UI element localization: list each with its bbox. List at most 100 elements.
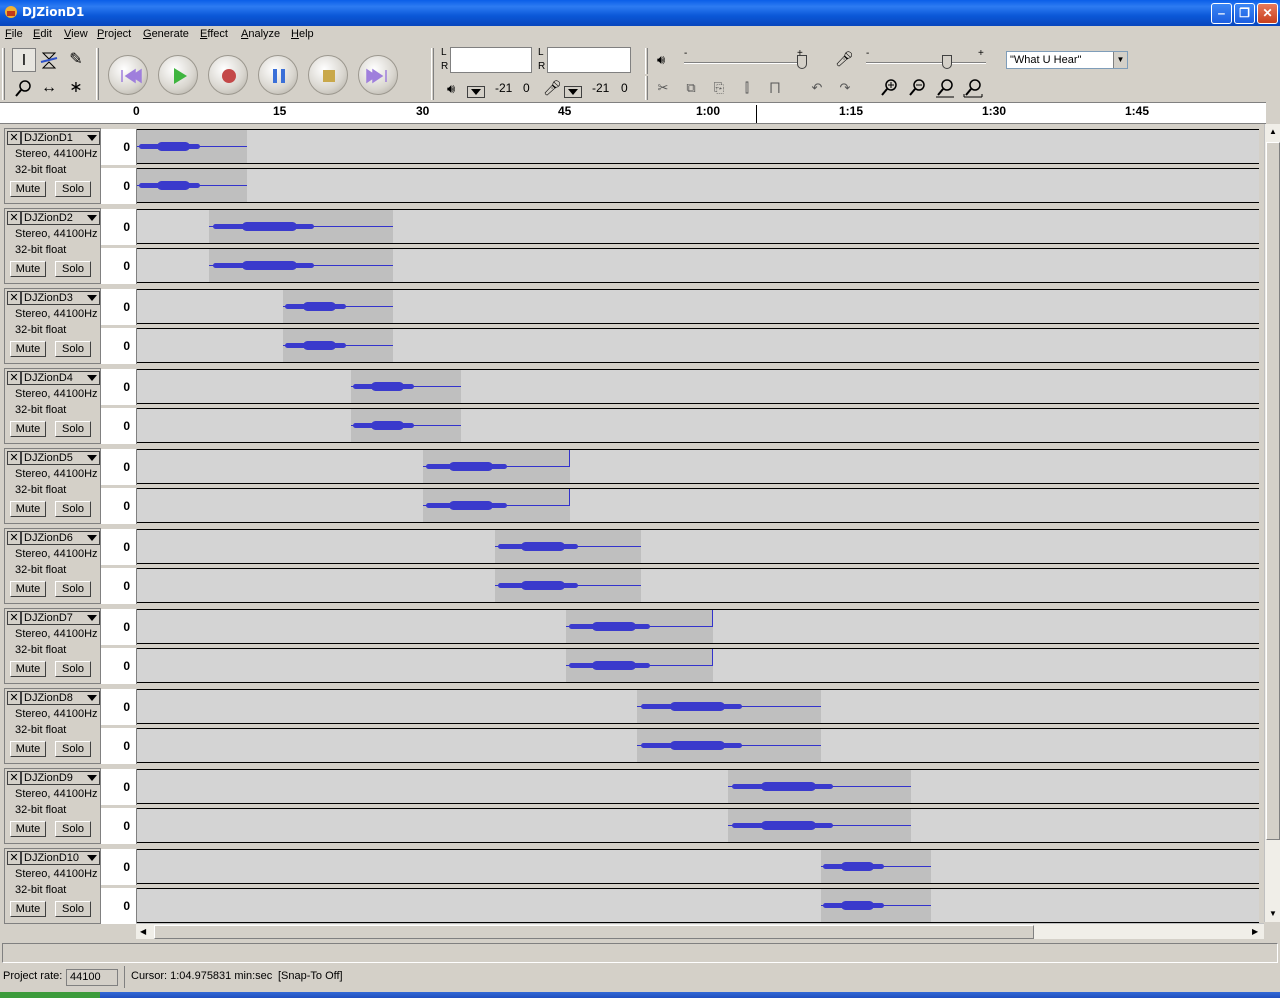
mute-button[interactable]: Mute <box>10 421 46 437</box>
play-button[interactable] <box>158 55 198 95</box>
pause-button[interactable] <box>258 55 298 95</box>
right-channel-lane[interactable] <box>137 728 1259 763</box>
track-close-icon[interactable]: ✕ <box>7 851 21 865</box>
mute-button[interactable]: Mute <box>10 901 46 917</box>
track-close-icon[interactable]: ✕ <box>7 771 21 785</box>
solo-button[interactable]: Solo <box>55 501 91 517</box>
audio-clip[interactable] <box>566 649 713 682</box>
right-channel-lane[interactable] <box>137 248 1259 283</box>
mute-button[interactable]: Mute <box>10 741 46 757</box>
left-channel-lane[interactable] <box>137 289 1259 324</box>
fit-selection-icon[interactable] <box>933 76 957 100</box>
right-channel-lane[interactable] <box>137 168 1259 203</box>
track-name-menu[interactable]: DJZionD6 <box>21 531 100 545</box>
audio-clip[interactable] <box>728 809 911 842</box>
menu-project[interactable]: Project <box>97 28 131 40</box>
track-control-panel[interactable]: ✕ DJZionD9 Stereo, 44100Hz 32-bit float Mute… <box>4 768 101 844</box>
track-close-icon[interactable]: ✕ <box>7 291 21 305</box>
minimize-button[interactable]: ‒ <box>1211 3 1232 24</box>
cut-icon[interactable]: ✂ <box>651 76 675 100</box>
audio-clip[interactable] <box>209 210 393 243</box>
mute-button[interactable]: Mute <box>10 661 46 677</box>
audio-clip[interactable] <box>283 290 393 323</box>
mute-button[interactable]: Mute <box>10 501 46 517</box>
audio-clip[interactable] <box>351 409 461 442</box>
track-close-icon[interactable]: ✕ <box>7 691 21 705</box>
track-control-panel[interactable]: ✕ DJZionD5 Stereo, 44100Hz 32-bit float Mute… <box>4 448 101 524</box>
track-name-menu[interactable]: DJZionD8 <box>21 691 100 705</box>
track-name-menu[interactable]: DJZionD7 <box>21 611 100 625</box>
scroll-up-icon[interactable]: ▲ <box>1269 127 1277 136</box>
maximize-button[interactable]: ❐ <box>1234 3 1255 24</box>
left-channel-lane[interactable] <box>137 849 1259 884</box>
track-name-menu[interactable]: DJZionD4 <box>21 371 100 385</box>
trim-icon[interactable]: ⫿ <box>735 76 759 100</box>
toolbar-handle[interactable] <box>2 48 5 100</box>
input-source-select[interactable]: "What U Hear" ▼ <box>1006 51 1128 69</box>
audio-clip[interactable] <box>137 169 247 202</box>
audio-clip[interactable] <box>821 889 931 922</box>
fit-project-icon[interactable] <box>961 76 985 100</box>
menu-effect[interactable]: Effect <box>200 28 228 40</box>
audio-clip[interactable] <box>637 729 821 762</box>
audio-clip[interactable] <box>351 370 461 403</box>
track-control-panel[interactable]: ✕ DJZionD6 Stereo, 44100Hz 32-bit float Mute… <box>4 528 101 604</box>
solo-button[interactable]: Solo <box>55 421 91 437</box>
mute-button[interactable]: Mute <box>10 181 46 197</box>
solo-button[interactable]: Solo <box>55 901 91 917</box>
start-button[interactable] <box>0 992 100 998</box>
stop-button[interactable] <box>308 55 348 95</box>
zoom-in-icon[interactable] <box>877 76 901 100</box>
selection-tool-icon[interactable]: I <box>12 48 36 72</box>
mute-button[interactable]: Mute <box>10 341 46 357</box>
menu-file[interactable]: File <box>5 28 23 40</box>
menu-view[interactable]: View <box>64 28 88 40</box>
audio-clip[interactable] <box>283 329 393 362</box>
solo-button[interactable]: Solo <box>55 341 91 357</box>
solo-button[interactable]: Solo <box>55 581 91 597</box>
vertical-scroll-thumb[interactable] <box>1266 142 1280 840</box>
track-control-panel[interactable]: ✕ DJZionD10 Stereo, 44100Hz 32-bit float Mut… <box>4 848 101 924</box>
track-close-icon[interactable]: ✕ <box>7 131 21 145</box>
track-close-icon[interactable]: ✕ <box>7 531 21 545</box>
input-volume-thumb[interactable] <box>942 55 952 69</box>
left-channel-lane[interactable] <box>137 529 1259 564</box>
track-close-icon[interactable]: ✕ <box>7 371 21 385</box>
undo-icon[interactable]: ↶ <box>805 76 829 100</box>
horizontal-scrollbar[interactable]: ◀ ▶ <box>136 923 1264 939</box>
close-button[interactable]: ✕ <box>1257 3 1278 24</box>
track-name-menu[interactable]: DJZionD1 <box>21 131 100 145</box>
audio-clip[interactable] <box>209 249 393 282</box>
scroll-left-icon[interactable]: ◀ <box>140 927 146 936</box>
right-channel-lane[interactable] <box>137 328 1259 363</box>
record-button[interactable] <box>208 55 248 95</box>
menu-help[interactable]: Help <box>291 28 314 40</box>
track-control-panel[interactable]: ✕ DJZionD7 Stereo, 44100Hz 32-bit float Mute… <box>4 608 101 684</box>
mute-button[interactable]: Mute <box>10 821 46 837</box>
track-close-icon[interactable]: ✕ <box>7 211 21 225</box>
track-close-icon[interactable]: ✕ <box>7 611 21 625</box>
solo-button[interactable]: Solo <box>55 261 91 277</box>
menu-analyze[interactable]: Analyze <box>241 28 280 40</box>
right-channel-lane[interactable] <box>137 808 1259 843</box>
project-rate-input[interactable]: 44100 <box>66 969 118 986</box>
scroll-down-icon[interactable]: ▼ <box>1269 909 1277 918</box>
left-channel-lane[interactable] <box>137 369 1259 404</box>
track-control-panel[interactable]: ✕ DJZionD2 Stereo, 44100Hz 32-bit float Mute… <box>4 208 101 284</box>
solo-button[interactable]: Solo <box>55 741 91 757</box>
toolbar-handle[interactable] <box>645 76 648 100</box>
left-channel-lane[interactable] <box>137 689 1259 724</box>
audio-clip[interactable] <box>566 610 713 643</box>
toolbar-handle[interactable] <box>431 48 434 100</box>
vertical-scrollbar[interactable]: ▲ ▼ <box>1264 124 1280 922</box>
audio-clip[interactable] <box>137 130 247 163</box>
skip-to-start-button[interactable] <box>108 55 148 95</box>
toolbar-handle[interactable] <box>645 48 648 74</box>
scroll-right-icon[interactable]: ▶ <box>1252 927 1258 936</box>
output-volume-slider[interactable] <box>684 62 804 64</box>
left-channel-lane[interactable] <box>137 449 1259 484</box>
input-volume-slider[interactable] <box>866 62 986 64</box>
audio-clip[interactable] <box>821 850 931 883</box>
zoom-out-icon[interactable] <box>905 76 929 100</box>
time-shift-tool-icon[interactable]: ↔ <box>37 76 61 100</box>
